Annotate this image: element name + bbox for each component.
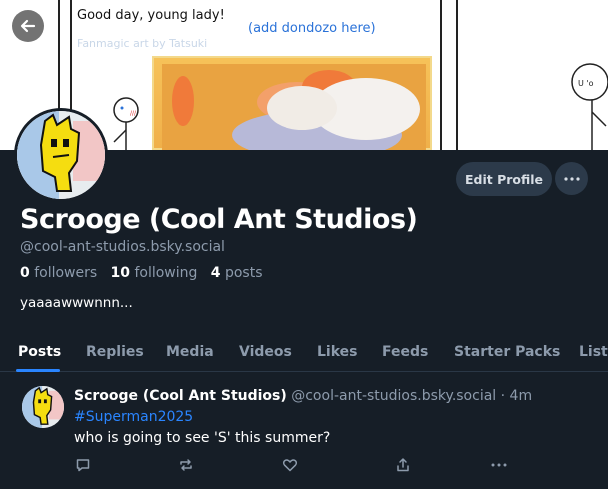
tab-lists[interactable]: List: [579, 344, 608, 360]
ellipsis-icon: [563, 176, 580, 181]
following-count: 10: [110, 265, 130, 281]
followers-label: followers: [34, 265, 98, 281]
arrow-left-icon: [20, 19, 36, 33]
stick-figure-left: ///: [113, 97, 139, 150]
profile-avatar[interactable]: [14, 108, 108, 202]
following-link[interactable]: 10 following: [111, 265, 198, 281]
reply-button[interactable]: [73, 455, 93, 475]
banner-speech-right: (add dondozo here): [248, 21, 376, 36]
post-author-name[interactable]: Scrooge (Cool Ant Studios): [74, 388, 287, 404]
profile-tabs: Posts Replies Media Videos Likes Feeds S…: [0, 336, 608, 372]
followers-count: 0: [20, 265, 30, 281]
ant-avatar-image: [22, 386, 64, 428]
reply-icon: [76, 459, 90, 472]
tab-videos[interactable]: Videos: [239, 344, 292, 360]
banner-faint-credit: Fanmagic art by Tatsuki: [77, 37, 208, 50]
following-label: following: [134, 265, 198, 281]
post-author-avatar[interactable]: [22, 386, 64, 428]
profile-more-button[interactable]: [555, 162, 588, 195]
banner-speech-left: Good day, young lady!: [77, 8, 225, 23]
tab-feeds[interactable]: Feeds: [382, 344, 428, 360]
post-timestamp[interactable]: 4m: [510, 388, 533, 404]
edit-profile-button[interactable]: Edit Profile: [456, 162, 552, 196]
banner-artwork: [152, 56, 432, 150]
post-header: Scrooge (Cool Ant Studios) @cool-ant-stu…: [74, 388, 532, 404]
profile-display-name: Scrooge (Cool Ant Studios): [20, 204, 418, 235]
posts-count: 4: [210, 265, 221, 281]
repost-button[interactable]: [176, 455, 196, 475]
feed-post[interactable]: Scrooge (Cool Ant Studios) @cool-ant-stu…: [0, 373, 608, 489]
stick-figure-right: U 'o: [571, 63, 608, 150]
comic-panel-divider: [440, 0, 442, 150]
tab-likes[interactable]: Likes: [317, 344, 357, 360]
tab-media[interactable]: Media: [166, 344, 214, 360]
post-text: who is going to see 'S' this summer?: [74, 430, 331, 446]
ant-avatar-image: [17, 111, 105, 199]
like-icon: [282, 459, 298, 472]
posts-label: posts: [224, 265, 263, 281]
back-button[interactable]: [12, 10, 44, 42]
post-hashtag[interactable]: #Superman2025: [74, 409, 193, 425]
followers-link[interactable]: 0 followers: [20, 265, 97, 281]
tab-posts[interactable]: Posts: [18, 344, 61, 360]
share-button[interactable]: [393, 455, 413, 475]
tab-replies[interactable]: Replies: [86, 344, 144, 360]
svg-text:U 'o: U 'o: [578, 79, 594, 88]
profile-bio: yaaaawwwnnn...: [20, 295, 133, 311]
more-icon: [491, 463, 507, 467]
tab-starter-packs[interactable]: Starter Packs: [454, 344, 560, 360]
post-more-button[interactable]: [489, 455, 509, 475]
comic-panel-divider: [456, 0, 458, 150]
svg-text:///: ///: [130, 110, 137, 117]
post-separator: ·: [500, 388, 506, 404]
profile-handle: @cool-ant-studios.bsky.social: [20, 239, 225, 255]
profile-stats: 0 followers 10 following 4 posts: [20, 265, 263, 281]
share-icon: [397, 458, 409, 472]
like-button[interactable]: [280, 455, 300, 475]
active-tab-indicator: [16, 369, 60, 372]
repost-icon: [180, 459, 192, 471]
post-author-handle[interactable]: @cool-ant-studios.bsky.social: [291, 388, 496, 404]
